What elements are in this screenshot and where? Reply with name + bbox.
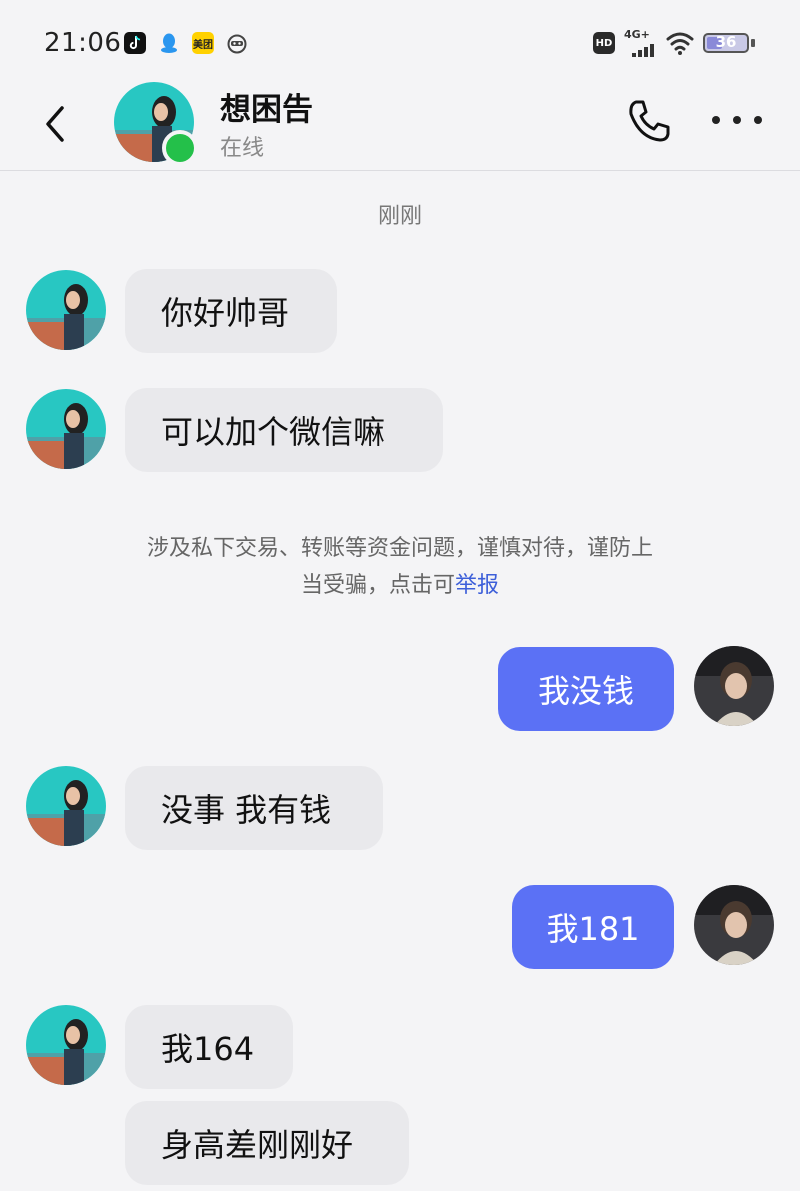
message-bubble-incoming[interactable]: 可以加个微信嘛 bbox=[125, 388, 443, 472]
hd-voice-icon: HD bbox=[593, 32, 615, 54]
battery-cap bbox=[751, 39, 755, 47]
network-type-label: 4G+ bbox=[624, 28, 650, 41]
message-bubble-incoming[interactable]: 身高差刚刚好 bbox=[125, 1101, 409, 1185]
contact-status: 在线 bbox=[220, 136, 265, 161]
contact-avatar-msg[interactable] bbox=[26, 389, 106, 469]
contact-avatar-msg[interactable] bbox=[26, 270, 106, 350]
contact-avatar-msg[interactable] bbox=[26, 1005, 106, 1085]
status-time: 21:06 bbox=[44, 28, 122, 58]
battery-icon: 36 bbox=[703, 33, 749, 53]
message-bubble-incoming[interactable]: 你好帅哥 bbox=[125, 269, 337, 353]
message-bubble-incoming[interactable]: 没事 我有钱 bbox=[125, 766, 383, 850]
my-avatar[interactable] bbox=[694, 885, 774, 965]
qq-icon bbox=[158, 32, 180, 54]
phone-call-icon[interactable] bbox=[624, 96, 674, 146]
message-bubble-outgoing[interactable]: 我没钱 bbox=[498, 647, 674, 731]
safety-notice-text: 涉及私下交易、转账等资金问题，谨慎对待，谨防上当受骗，点击可 bbox=[146, 536, 653, 598]
chat-timestamp: 刚刚 bbox=[377, 204, 422, 229]
online-status-dot bbox=[162, 130, 198, 166]
safety-notice: 涉及私下交易、转账等资金问题，谨慎对待，谨防上当受骗，点击可举报 bbox=[140, 530, 660, 604]
status-bar: 21:06 美团 HD 4G+ 36 bbox=[0, 0, 800, 82]
contact-name[interactable]: 想困告 bbox=[220, 84, 313, 129]
cellular-signal-icon: 4G+ bbox=[624, 28, 660, 58]
more-options-icon[interactable] bbox=[712, 108, 762, 132]
report-link[interactable]: 举报 bbox=[455, 573, 499, 598]
wifi-icon bbox=[666, 32, 694, 55]
douyin-icon bbox=[124, 32, 146, 54]
battery-level: 36 bbox=[715, 33, 737, 51]
message-bubble-outgoing[interactable]: 我181 bbox=[512, 885, 674, 969]
bilibili-mascot-icon bbox=[226, 32, 248, 54]
my-avatar[interactable] bbox=[694, 646, 774, 726]
chat-header: 想困告 在线 bbox=[0, 82, 800, 171]
meituan-icon: 美团 bbox=[192, 32, 214, 54]
back-arrow-icon[interactable] bbox=[38, 102, 74, 146]
message-bubble-incoming[interactable]: 我164 bbox=[125, 1005, 293, 1089]
contact-avatar-msg[interactable] bbox=[26, 766, 106, 846]
